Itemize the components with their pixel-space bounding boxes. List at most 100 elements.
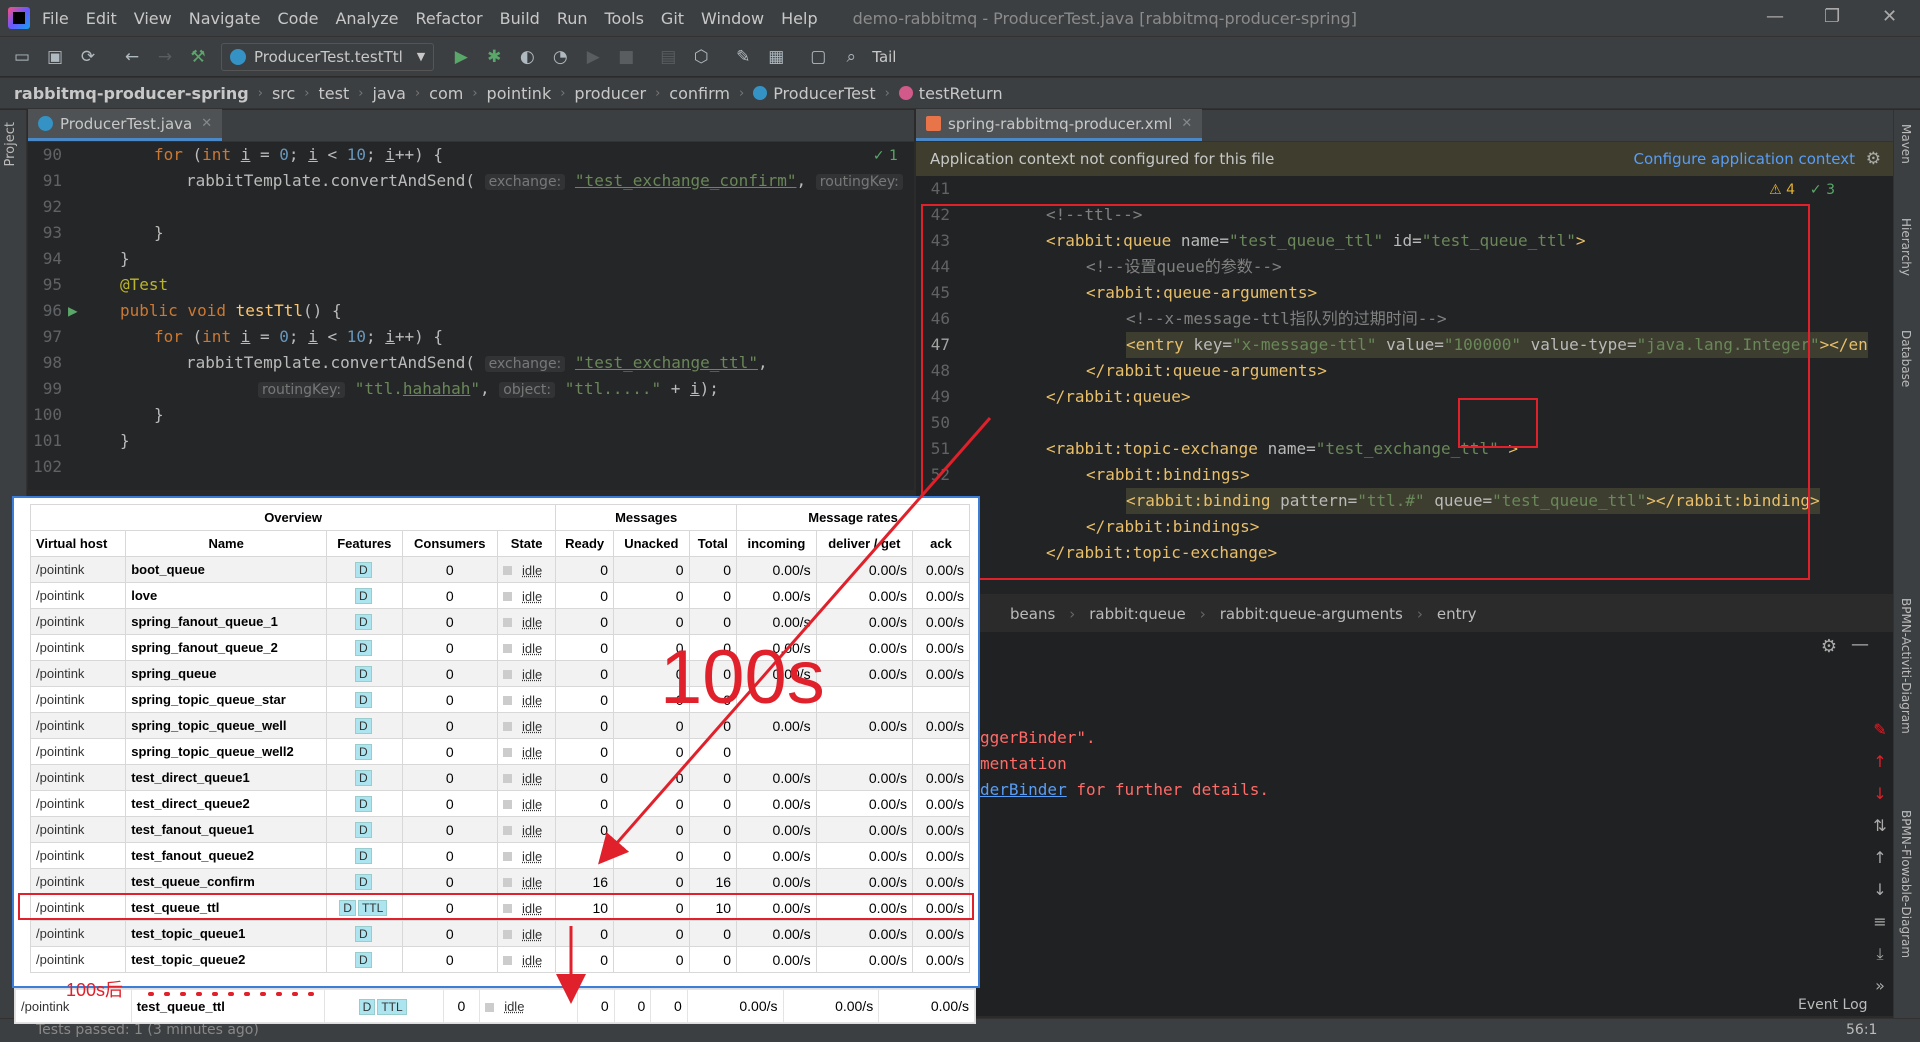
sort-icon[interactable]: ⇅ — [1872, 810, 1888, 842]
xml-crumb-queue[interactable]: rabbit:queue — [1089, 605, 1186, 623]
down-stack-icon[interactable]: ↓ — [1872, 778, 1888, 810]
open-folder-icon[interactable]: ▭ — [11, 47, 33, 67]
queue-name-link[interactable]: test_direct_queue1 — [125, 764, 328, 791]
coverage-report-icon[interactable]: ▤ — [657, 47, 679, 67]
terminal-icon[interactable]: ▢ — [807, 47, 829, 67]
configure-context-link[interactable]: Configure application context — [1633, 150, 1855, 168]
close-tab-icon[interactable]: ✕ — [1181, 116, 1192, 131]
caret-position[interactable]: 56:1 — [1846, 1022, 1877, 1038]
inspection-widget[interactable]: ✓ 1 — [873, 148, 898, 164]
menu-navigate[interactable]: Navigate — [189, 9, 261, 28]
run-icon[interactable]: ▶ — [450, 47, 472, 67]
breadcrumb-confirm[interactable]: confirm — [669, 84, 730, 103]
build-hammer-icon[interactable]: ⚒ — [187, 47, 209, 67]
breadcrumb-com[interactable]: com — [429, 84, 463, 103]
stop-icon[interactable]: ■ — [615, 47, 637, 67]
table-row[interactable]: /pointink spring_topic_queue_star D 0 idle 0 0… — [29, 686, 970, 713]
soft-wrap-icon[interactable]: ≡ — [1872, 906, 1888, 938]
queue-name-link[interactable]: test_direct_queue2 — [125, 790, 328, 817]
queue-name-link[interactable]: spring_topic_queue_well2 — [125, 738, 328, 765]
column-header[interactable]: Virtual host — [29, 530, 127, 557]
bpmn-activiti-tool-button[interactable]: BPMN-Activiti-Diagram — [1899, 598, 1913, 734]
debug-icon[interactable]: ✱ — [483, 47, 505, 67]
project-tool-button[interactable]: Project — [3, 122, 18, 166]
menu-analyze[interactable]: Analyze — [335, 9, 398, 28]
more-icon[interactable]: » — [1872, 970, 1888, 1002]
queue-name-link[interactable]: test_queue_ttl — [130, 989, 325, 1023]
menu-code[interactable]: Code — [278, 9, 319, 28]
menu-window[interactable]: Window — [701, 9, 764, 28]
menu-run[interactable]: Run — [557, 9, 588, 28]
table-row[interactable]: /pointink spring_topic_queue_well D 0 idle 0 0… — [29, 712, 970, 739]
save-icon[interactable]: ▣ — [44, 47, 66, 67]
project-structure-icon[interactable]: ▦ — [765, 47, 787, 67]
column-header[interactable]: incoming — [736, 530, 817, 557]
table-row[interactable]: /pointink test_fanout_queue2 D 0 idle 0 0 0 0.00… — [29, 842, 970, 869]
table-row[interactable]: /pointink spring_fanout_queue_1 D 0 idle 0 0 0 0… — [29, 608, 970, 635]
settings-wrench-icon[interactable]: ✎ — [732, 47, 754, 67]
close-tab-icon[interactable]: ✕ — [201, 116, 212, 131]
menu-refactor[interactable]: Refactor — [416, 9, 483, 28]
bpmn-flowable-tool-button[interactable]: BPMN-Flowable-Diagram — [1899, 810, 1913, 958]
column-header[interactable]: Features — [326, 530, 403, 557]
gear-icon[interactable]: ⚙ — [1866, 149, 1881, 169]
gear-icon[interactable]: ⚙ — [1821, 636, 1837, 657]
column-header[interactable]: Total — [688, 530, 738, 557]
vcs-icon[interactable]: ⬡ — [690, 47, 712, 67]
java-editor[interactable]: ProducerTest.java ✕ ✓ 1 90 for (int i = … — [28, 109, 914, 490]
column-header[interactable]: deliver / get — [815, 530, 914, 557]
hierarchy-tool-button[interactable]: Hierarchy — [1899, 218, 1913, 276]
hide-icon[interactable]: — — [1851, 634, 1869, 655]
menu-edit[interactable]: Edit — [86, 9, 117, 28]
menu-tools[interactable]: Tools — [605, 9, 644, 28]
column-header[interactable]: Consumers — [401, 530, 499, 557]
maximize-icon[interactable]: ❐ — [1824, 6, 1840, 27]
scroll-up-icon[interactable]: ↑ — [1872, 842, 1888, 874]
table-row[interactable]: /pointink test_topic_queue2 D 0 idle 0 0 0 0.00/… — [29, 946, 970, 973]
tail-button[interactable]: Tail — [872, 48, 896, 66]
queue-name-link[interactable]: test_topic_queue1 — [125, 920, 328, 947]
warnings-count[interactable]: ⚠ 4 — [1769, 182, 1795, 198]
database-tool-button[interactable]: Database — [1899, 330, 1913, 387]
table-row[interactable]: /pointink test_direct_queue1 D 0 idle 0 0 0 0.00… — [29, 764, 970, 791]
table-row[interactable]: /pointink spring_topic_queue_well2 D 0 idle 0… — [29, 738, 970, 765]
table-row[interactable]: /pointink test_fanout_queue1 D 0 idle 0 0 0 0.00… — [29, 816, 970, 843]
run-configuration-select[interactable]: ProducerTest.testTtl ▼ — [221, 42, 435, 71]
queue-name-link[interactable]: spring_queue — [125, 660, 328, 687]
minimize-icon[interactable]: — — [1766, 6, 1784, 27]
breadcrumb-method[interactable]: testReturn — [919, 84, 1003, 103]
profile-icon[interactable]: ◔ — [549, 47, 571, 67]
queue-name-link[interactable]: spring_fanout_queue_1 — [125, 608, 328, 635]
menu-view[interactable]: View — [134, 9, 172, 28]
rerun-icon[interactable]: ▶ — [582, 47, 604, 67]
run-gutter-icon[interactable]: ▶ — [68, 298, 78, 324]
back-icon[interactable]: ← — [121, 47, 143, 67]
queue-name-link[interactable]: spring_topic_queue_star — [125, 686, 328, 713]
breadcrumb-pointink[interactable]: pointink — [487, 84, 552, 103]
queue-name-link[interactable]: test_fanout_queue1 — [125, 816, 328, 843]
close-icon[interactable]: ✕ — [1882, 6, 1897, 27]
xml-editor[interactable]: spring-rabbitmq-producer.xml ✕ Applicati… — [916, 109, 1893, 594]
scroll-to-end-icon[interactable]: ⤓ — [1872, 938, 1888, 970]
queue-name-link[interactable]: spring_topic_queue_well — [125, 712, 328, 739]
queue-name-link[interactable]: test_topic_queue2 — [125, 946, 328, 973]
breadcrumb-java[interactable]: java — [372, 84, 406, 103]
clear-icon[interactable]: ✎ — [1872, 714, 1888, 746]
column-header[interactable]: Ready — [555, 530, 615, 557]
breadcrumb-src[interactable]: src — [272, 84, 295, 103]
menu-git[interactable]: Git — [661, 9, 684, 28]
event-log-button[interactable]: Event Log — [1798, 997, 1868, 1013]
weak-warnings-count[interactable]: ✓ 3 — [1810, 182, 1835, 198]
xml-crumb-beans[interactable]: beans — [1010, 605, 1055, 623]
xml-crumb-queue-arguments[interactable]: rabbit:queue-arguments — [1220, 605, 1403, 623]
breadcrumb-class[interactable]: ProducerTest — [773, 84, 875, 103]
xml-crumb-entry[interactable]: entry — [1437, 605, 1477, 623]
coverage-icon[interactable]: ◐ — [516, 47, 538, 67]
table-row[interactable]: /pointink test_direct_queue2 D 0 idle 0 0 0 0.00… — [29, 790, 970, 817]
table-row[interactable]: /pointink test_topic_queue1 D 0 idle 0 0 0 0.00/… — [29, 920, 970, 947]
column-header[interactable]: State — [497, 530, 557, 557]
table-row[interactable]: /pointink test_queue_ttl D TTL 0 idle 0 0 0 0.00/… — [15, 989, 975, 1023]
breadcrumb-producer[interactable]: producer — [574, 84, 646, 103]
forward-icon[interactable]: → — [154, 47, 176, 67]
queue-name-link[interactable]: spring_fanout_queue_2 — [125, 634, 328, 661]
